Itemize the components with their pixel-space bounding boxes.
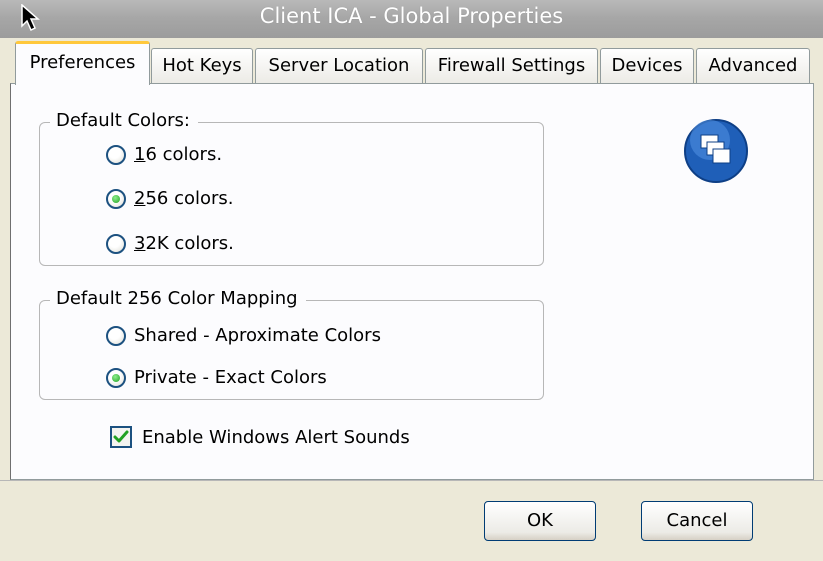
checkbox-checked[interactable] [110, 426, 132, 448]
radio-button-unchecked[interactable] [106, 325, 126, 346]
radio-button-checked[interactable] [106, 367, 126, 388]
window-title: Client ICA - Global Properties [259, 4, 564, 28]
color-mapping-legend: Default 256 Color Mapping [50, 288, 306, 309]
tab-hot-keys[interactable]: Hot Keys [151, 48, 253, 83]
radio-256-colors-label: 256 colors. [134, 188, 234, 209]
radio-16-colors-label: 16 colors. [134, 144, 223, 165]
radio-private-colors-label: Private - Exact Colors [134, 367, 327, 388]
radio-button-unchecked[interactable] [106, 233, 126, 254]
tab-devices[interactable]: Devices [600, 48, 694, 83]
radio-button-checked[interactable] [106, 188, 126, 209]
cancel-button[interactable]: Cancel [641, 501, 753, 541]
citrix-app-icon [684, 119, 748, 183]
radio-32k-colors[interactable]: 32K colors. [106, 233, 234, 254]
radio-private-colors[interactable]: Private - Exact Colors [106, 367, 327, 388]
radio-button-unchecked[interactable] [106, 144, 126, 165]
enable-alert-sounds-label: Enable Windows Alert Sounds [142, 426, 410, 448]
radio-16-colors[interactable]: 16 colors. [106, 144, 222, 165]
radio-shared-colors[interactable]: Shared - Aproximate Colors [106, 325, 381, 346]
tab-firewall-settings[interactable]: Firewall Settings [425, 48, 598, 83]
radio-256-colors[interactable]: 256 colors. [106, 188, 234, 209]
tab-preferences[interactable]: Preferences [15, 41, 150, 85]
tab-server-location[interactable]: Server Location [255, 48, 423, 83]
radio-shared-colors-label: Shared - Aproximate Colors [134, 325, 381, 346]
panel-divider [0, 480, 823, 481]
default-colors-legend: Default Colors: [50, 110, 198, 131]
title-bar[interactable]: Client ICA - Global Properties [0, 0, 823, 38]
tab-advanced[interactable]: Advanced [696, 48, 810, 83]
check-mark-icon [113, 430, 129, 443]
tab-strip: Preferences Hot Keys Server Location Fir… [0, 38, 823, 85]
ok-button[interactable]: OK [484, 501, 596, 541]
enable-alert-sounds-checkbox[interactable]: Enable Windows Alert Sounds [110, 426, 410, 448]
radio-32k-colors-label: 32K colors. [134, 233, 234, 254]
